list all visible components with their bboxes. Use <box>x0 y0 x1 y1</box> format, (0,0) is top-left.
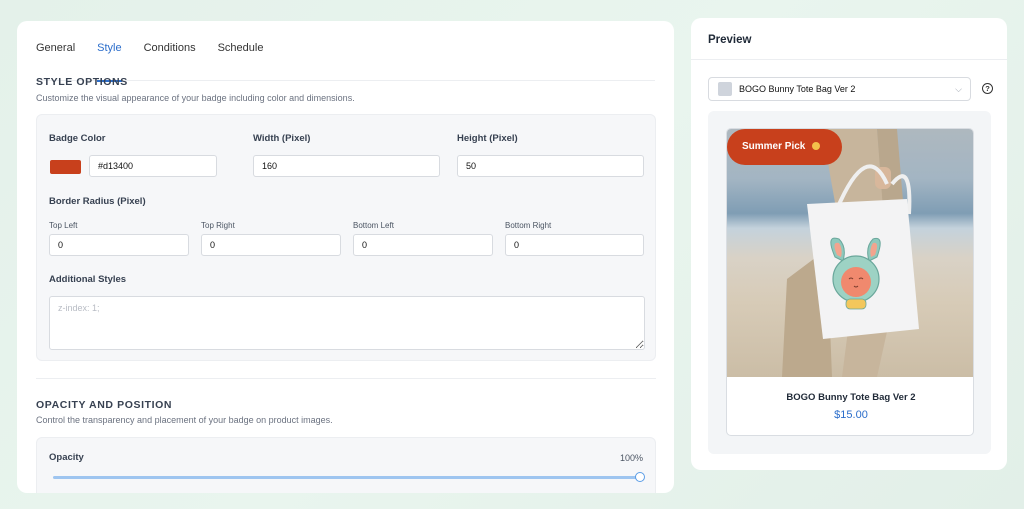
top-left-label: Top Left <box>49 221 78 230</box>
height-input[interactable]: 50 <box>457 155 644 177</box>
product-thumbnail-icon <box>718 82 732 96</box>
badge-emoji-icon <box>812 142 821 151</box>
section-divider <box>36 378 656 379</box>
tab-general[interactable]: General <box>36 39 75 81</box>
product-price: $15.00 <box>834 409 868 421</box>
product-name: BOGO Bunny Tote Bag Ver 2 <box>786 392 916 403</box>
opacity-slider-thumb[interactable] <box>635 472 645 482</box>
top-right-label: Top Right <box>201 221 235 230</box>
product-card: Summer Pick BOGO Bunny Tote Bag Ver 2 $1… <box>726 128 974 436</box>
opacity-position-description: Control the transparency and placement o… <box>36 415 333 425</box>
opacity-position-title: OPACITY AND POSITION <box>36 399 173 411</box>
badge-color-swatch[interactable] <box>50 160 81 174</box>
style-options-description: Customize the visual appearance of your … <box>36 93 355 103</box>
style-options-title: STYLE OPTIONS <box>36 76 128 88</box>
style-options-card: Badge Color #d13400 Width (Pixel) 160 He… <box>36 114 656 361</box>
chevron-down-icon: ⌵ <box>955 84 962 94</box>
border-radius-label: Border Radius (Pixel) <box>49 196 146 207</box>
top-right-input[interactable]: 0 <box>201 234 341 256</box>
badge-color-input[interactable]: #d13400 <box>89 155 217 177</box>
tab-conditions[interactable]: Conditions <box>144 39 196 81</box>
question-circle-icon[interactable]: ? <box>982 83 993 94</box>
product-select[interactable]: BOGO Bunny Tote Bag Ver 2 ⌵ <box>708 77 971 101</box>
settings-panel: General Style Conditions Schedule STYLE … <box>17 21 674 493</box>
opacity-label: Opacity <box>49 452 84 463</box>
bottom-right-label: Bottom Right <box>505 221 552 230</box>
top-left-input[interactable]: 0 <box>49 234 189 256</box>
opacity-slider-track[interactable] <box>53 476 639 479</box>
tab-bar: General Style Conditions Schedule <box>36 39 655 82</box>
preview-divider <box>691 59 1007 60</box>
preview-panel: Preview BOGO Bunny Tote Bag Ver 2 ⌵ ? Su… <box>691 18 1007 470</box>
opacity-value: 100% <box>619 453 643 463</box>
product-select-value: BOGO Bunny Tote Bag Ver 2 <box>739 84 856 94</box>
opacity-card: Opacity 100% <box>36 437 656 493</box>
bottom-left-input[interactable]: 0 <box>353 234 493 256</box>
additional-styles-label: Additional Styles <box>49 274 127 285</box>
additional-styles-textarea[interactable] <box>49 296 645 350</box>
width-input[interactable]: 160 <box>253 155 440 177</box>
preview-title: Preview <box>708 34 752 46</box>
bottom-right-input[interactable]: 0 <box>505 234 644 256</box>
product-image: Summer Pick <box>727 129 973 377</box>
badge-color-label: Badge Color <box>49 133 106 144</box>
tote-bag-image-art <box>782 129 919 377</box>
bottom-left-label: Bottom Left <box>353 221 394 230</box>
tab-schedule[interactable]: Schedule <box>218 39 264 81</box>
tab-style[interactable]: Style <box>97 39 123 82</box>
height-label: Height (Pixel) <box>457 133 518 144</box>
width-label: Width (Pixel) <box>253 133 311 144</box>
preview-badge: Summer Pick <box>727 129 842 165</box>
badge-text: Summer Pick <box>742 141 806 152</box>
